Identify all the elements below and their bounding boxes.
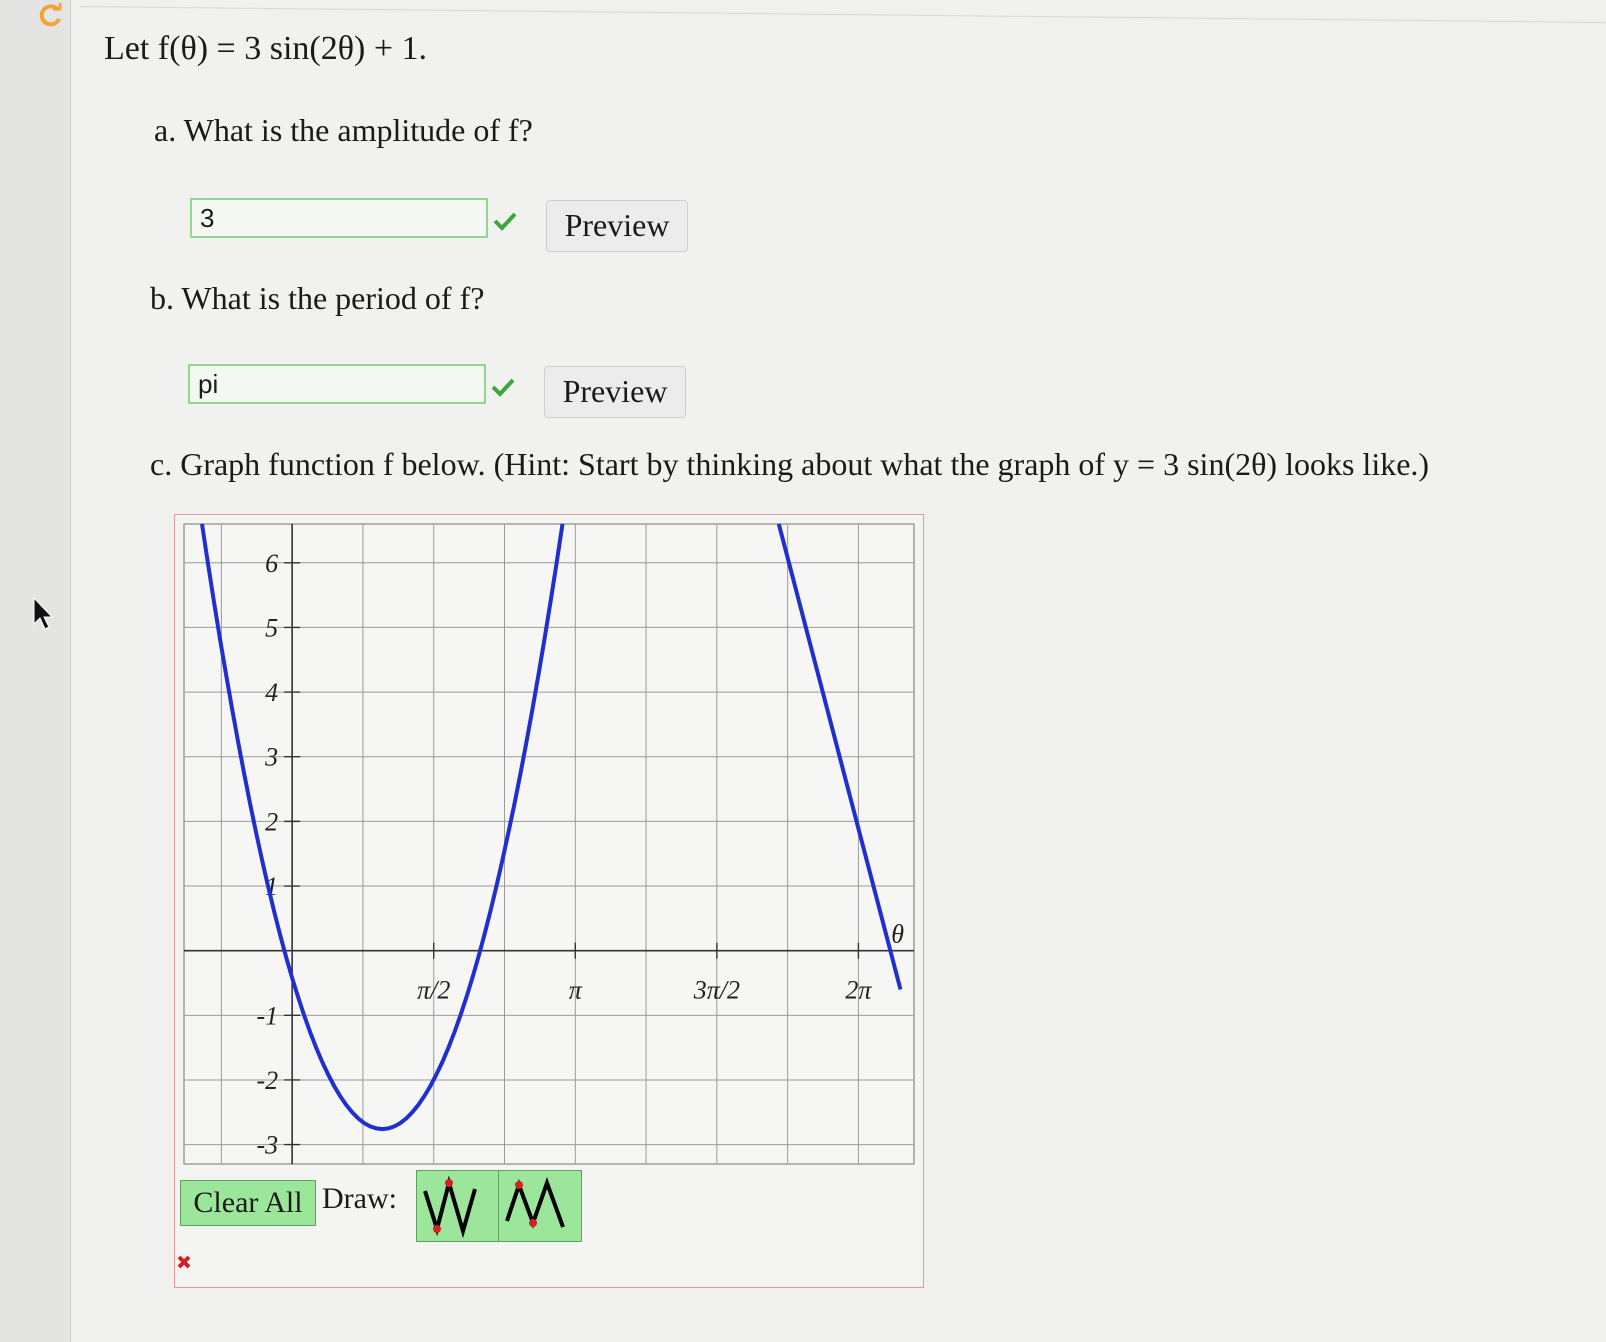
period-answer-input[interactable]: pi: [188, 364, 486, 404]
check-icon: [491, 378, 515, 397]
y-tick-label: 6: [265, 549, 278, 578]
x-tick-label: π: [569, 976, 583, 1005]
y-tick-label: 3: [264, 743, 278, 772]
preview-button-b[interactable]: Preview: [544, 366, 686, 418]
sine-tool-alt-button[interactable]: [498, 1170, 582, 1242]
question-b-prompt: b. What is the period of f?: [150, 280, 485, 316]
preview-button-a[interactable]: Preview: [546, 200, 688, 252]
sine-tool-alt-icon: [505, 1177, 565, 1229]
question-c-prompt: c. Graph function f below. (Hint: Start …: [150, 446, 1430, 482]
clear-all-button[interactable]: Clear All: [180, 1180, 316, 1226]
y-tick-label: 5: [265, 613, 278, 642]
sine-tool-button[interactable]: [416, 1170, 500, 1242]
amplitude-answer-input[interactable]: 3: [190, 198, 488, 238]
y-tick-label: -3: [256, 1131, 278, 1160]
refresh-icon[interactable]: [38, 2, 64, 28]
y-tick-label: -2: [256, 1066, 278, 1095]
x-tick-label: 2π: [845, 976, 872, 1005]
graph-canvas[interactable]: 654321-1-2-3π/2 π 3π/2 2πθ: [174, 514, 924, 1174]
x-axis-label: θ: [891, 920, 904, 949]
left-margin: [0, 0, 70, 1342]
y-tick-label: 4: [265, 678, 278, 707]
y-tick-label: -1: [256, 1001, 278, 1030]
sine-tool-icon: [423, 1175, 477, 1239]
x-tick-label: 3π/2: [693, 976, 740, 1005]
x-icon: [177, 1255, 191, 1269]
problem-statement: Let f(θ) = 3 sin(2θ) + 1.: [104, 30, 428, 67]
x-tick-label: π/2: [417, 976, 450, 1005]
draw-label: Draw:: [322, 1182, 397, 1215]
cursor-icon: [33, 596, 54, 630]
question-a-prompt: a. What is the amplitude of f?: [154, 112, 533, 148]
check-icon: [493, 212, 517, 231]
y-tick-label: 2: [265, 807, 278, 836]
